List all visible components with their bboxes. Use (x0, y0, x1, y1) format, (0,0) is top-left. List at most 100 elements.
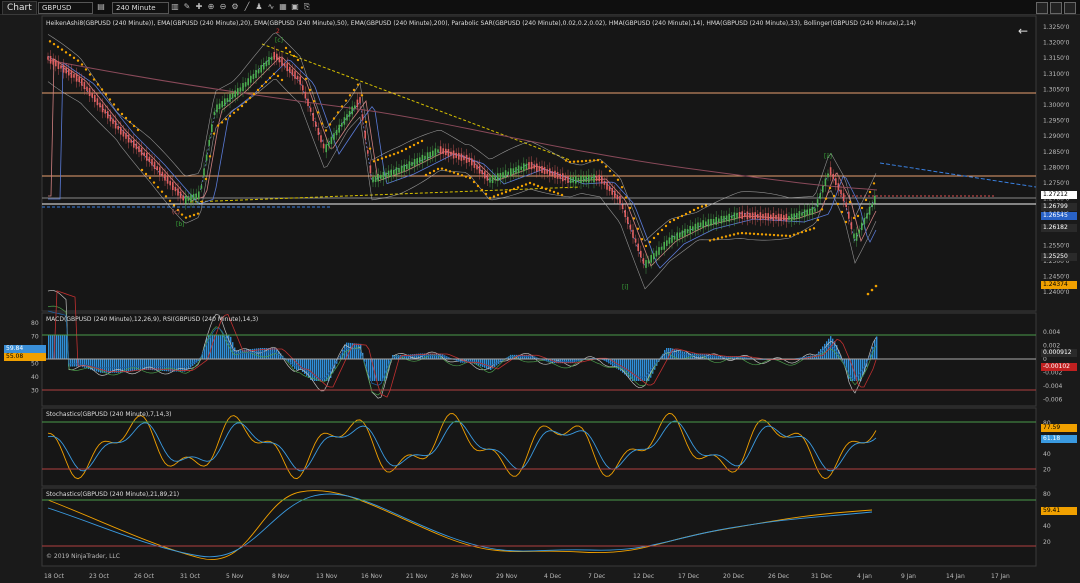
macd-histogram-bar (292, 359, 294, 367)
sar-dot (648, 240, 652, 244)
sar-dot (756, 232, 760, 236)
candle-body (325, 144, 327, 153)
sar-dot (616, 178, 620, 181)
time-tick-label: 20 Dec (723, 573, 744, 580)
candle-body (619, 196, 621, 204)
price-tag-bb-low: 1.25250 (1041, 253, 1077, 261)
sar-dot (216, 124, 220, 127)
macd-histogram-bar (314, 359, 316, 381)
sar-dot (388, 154, 392, 157)
rsi-tag-1: 59.84 (4, 345, 46, 353)
macd-histogram-bar (148, 359, 150, 370)
sar-dot (360, 94, 364, 97)
candle-body (88, 88, 91, 96)
candle-body (276, 53, 278, 60)
candle-body (824, 178, 827, 187)
candle-body (286, 63, 288, 72)
sar-dot (516, 186, 520, 189)
back-arrow-icon[interactable]: ← (1018, 24, 1028, 38)
candle-body (816, 199, 819, 207)
candle-body (367, 150, 369, 154)
sar-dot (568, 160, 572, 164)
sar-dot (396, 151, 400, 154)
sar-dot (144, 172, 148, 176)
candle-body (385, 172, 387, 178)
macd-histogram-bar (694, 353, 696, 359)
candle-body (117, 125, 119, 130)
sar-dot (852, 216, 856, 220)
candle-body (304, 91, 307, 99)
macd-histogram-bar (118, 359, 120, 373)
candle-body (62, 64, 65, 73)
sar-dot (468, 176, 472, 180)
macd-histogram-bar (350, 342, 352, 359)
candle-body (707, 219, 710, 227)
sar-dot (100, 88, 104, 91)
macd-histogram-bar (300, 359, 302, 370)
sar-dot (740, 231, 744, 235)
sar-dot (680, 214, 684, 218)
macd-histogram-bar (642, 359, 644, 381)
candle-body (829, 167, 832, 176)
sar-dot (408, 145, 412, 149)
price-tick-label: 1.2800'0 (1043, 164, 1070, 171)
time-tick-label: 21 Nov (406, 573, 428, 580)
sar-dot (632, 217, 636, 220)
candle-body (666, 240, 668, 247)
sar-dot (224, 118, 228, 121)
candle-body (81, 78, 83, 86)
candle-body (640, 250, 642, 258)
candle-body (499, 173, 502, 180)
candle-body (426, 152, 429, 161)
candle-body (811, 206, 814, 215)
sar-dot (484, 192, 488, 196)
candle-body (198, 191, 200, 200)
candle-body (489, 177, 491, 183)
candle-body (712, 218, 715, 225)
time-tick-label: 9 Jan (901, 573, 916, 580)
sar-dot (624, 196, 628, 199)
macd-histogram-bar (380, 359, 382, 381)
macd-histogram-bar (110, 359, 112, 373)
time-tick-label: 4 Jan (857, 573, 872, 580)
candle-body (645, 260, 647, 268)
candle-body (406, 164, 408, 170)
wave-label-ii: [ii] (824, 153, 832, 160)
price-indicator-label: HeikenAshi8(GBPUSD (240 Minute)), EMA(GB… (46, 20, 916, 27)
sar-dot (784, 234, 788, 237)
sar-dot (260, 84, 264, 88)
candle-body (777, 213, 780, 221)
macd-histogram-bar (108, 359, 110, 373)
macd-histogram-bar (640, 359, 642, 381)
candle-body (585, 175, 587, 182)
sar-dot (870, 288, 874, 292)
sar-dot (712, 238, 716, 241)
sar-dot (488, 196, 492, 200)
copyright-text: © 2019 NinjaTrader, LLC (46, 553, 120, 560)
sar-dot (236, 108, 240, 111)
macd-histogram-bar (824, 343, 826, 359)
macd-histogram-bar (94, 359, 96, 371)
sar-dot (436, 167, 440, 171)
candle-body (437, 149, 439, 153)
candle-body (315, 121, 317, 127)
sar-dot (536, 184, 540, 188)
sar-dot (816, 218, 820, 222)
candle-body (790, 213, 793, 222)
sar-dot (56, 45, 60, 49)
macd-histogram-bar (854, 359, 856, 381)
candle-body (148, 156, 151, 163)
candle-body (559, 173, 561, 179)
candle-body (166, 176, 169, 184)
macd-histogram-bar (56, 335, 58, 359)
price-tag-last: 1.27212 (1041, 191, 1077, 199)
candle-body (647, 259, 650, 264)
candle-body (848, 211, 850, 219)
macd-histogram-bar (680, 350, 682, 359)
macd-tick-label: 0 (1043, 356, 1047, 363)
sar-dot (656, 232, 660, 236)
candle-body (642, 258, 645, 264)
macd-histogram-bar (114, 359, 116, 373)
candle-body (468, 157, 470, 163)
sar-dot (480, 188, 484, 192)
